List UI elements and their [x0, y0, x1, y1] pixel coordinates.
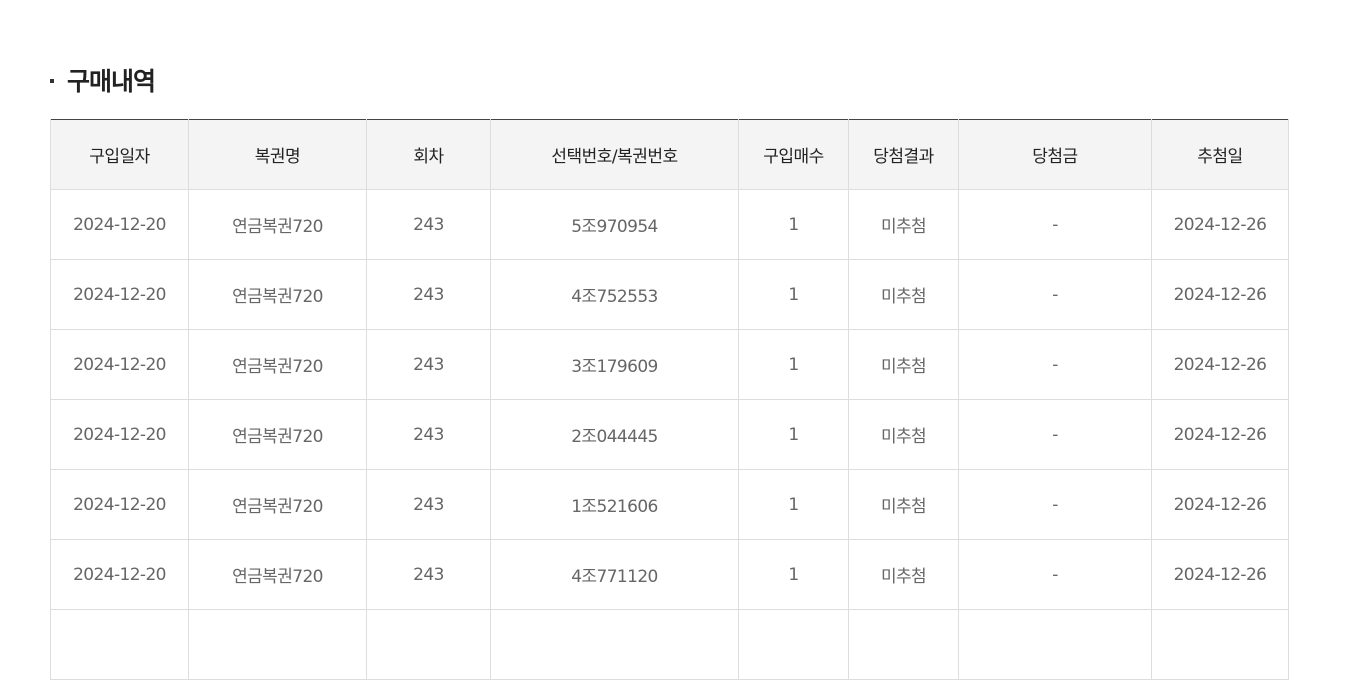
- header-ticket-number: 선택번호/복권번호: [490, 119, 739, 190]
- cell-purchase-date: [50, 609, 189, 680]
- section-title-text: 구매내역: [67, 67, 156, 96]
- table-row: 2024-12-20 연금복권720 243 1조521606 1 미추첨 - …: [50, 469, 1289, 540]
- cell-round: 243: [366, 329, 491, 400]
- cell-quantity: 1: [738, 259, 849, 330]
- cell-result: 미추첨: [848, 399, 959, 470]
- header-round: 회차: [366, 119, 491, 190]
- cell-purchase-date: 2024-12-20: [50, 329, 189, 400]
- cell-ticket-number: 5조970954: [490, 189, 739, 260]
- cell-round: [366, 609, 491, 680]
- cell-round: 243: [366, 189, 491, 260]
- cell-round: 243: [366, 539, 491, 610]
- cell-prize: -: [958, 329, 1152, 400]
- cell-prize: -: [958, 259, 1152, 330]
- cell-draw-date: 2024-12-26: [1151, 189, 1289, 260]
- cell-lottery-name: 연금복권720: [188, 399, 367, 470]
- cell-draw-date: 2024-12-26: [1151, 469, 1289, 540]
- cell-prize: -: [958, 189, 1152, 260]
- cell-lottery-name: [188, 609, 367, 680]
- purchase-history-table: 구입일자 복권명 회차 선택번호/복권번호 구입매수 당첨결과 당첨금 추첨일 …: [50, 119, 1289, 680]
- table-header-row: 구입일자 복권명 회차 선택번호/복권번호 구입매수 당첨결과 당첨금 추첨일: [50, 119, 1289, 190]
- cell-draw-date: 2024-12-26: [1151, 539, 1289, 610]
- cell-ticket-number: 1조521606: [490, 469, 739, 540]
- cell-result: 미추첨: [848, 539, 959, 610]
- cell-prize: -: [958, 539, 1152, 610]
- header-purchase-date: 구입일자: [50, 119, 189, 190]
- cell-quantity: 1: [738, 329, 849, 400]
- cell-purchase-date: 2024-12-20: [50, 189, 189, 260]
- cell-draw-date: 2024-12-26: [1151, 399, 1289, 470]
- cell-lottery-name: 연금복권720: [188, 329, 367, 400]
- section-title: 구매내역: [50, 62, 156, 98]
- cell-purchase-date: 2024-12-20: [50, 539, 189, 610]
- table-row: 2024-12-20 연금복권720 243 2조044445 1 미추첨 - …: [50, 399, 1289, 470]
- cell-lottery-name: 연금복권720: [188, 259, 367, 330]
- header-result: 당첨결과: [848, 119, 959, 190]
- cell-draw-date: 2024-12-26: [1151, 259, 1289, 330]
- cell-result: 미추첨: [848, 259, 959, 330]
- table-row: 2024-12-20 연금복권720 243 5조970954 1 미추첨 - …: [50, 189, 1289, 260]
- cell-result: 미추첨: [848, 189, 959, 260]
- header-lottery-name: 복권명: [188, 119, 367, 190]
- table-row: 2024-12-20 연금복권720 243 4조771120 1 미추첨 - …: [50, 539, 1289, 610]
- table-row: 2024-12-20 연금복권720 243 4조752553 1 미추첨 - …: [50, 259, 1289, 330]
- header-quantity: 구입매수: [738, 119, 849, 190]
- cell-lottery-name: 연금복권720: [188, 189, 367, 260]
- cell-quantity: 1: [738, 539, 849, 610]
- cell-lottery-name: 연금복권720: [188, 539, 367, 610]
- cell-result: [848, 609, 959, 680]
- cell-ticket-number: 2조044445: [490, 399, 739, 470]
- cell-ticket-number: 4조771120: [490, 539, 739, 610]
- cell-draw-date: [1151, 609, 1289, 680]
- cell-quantity: 1: [738, 469, 849, 540]
- cell-round: 243: [366, 469, 491, 540]
- table-row: 2024-12-20 연금복권720 243 3조179609 1 미추첨 - …: [50, 329, 1289, 400]
- cell-quantity: 1: [738, 399, 849, 470]
- cell-ticket-number: 4조752553: [490, 259, 739, 330]
- cell-result: 미추첨: [848, 469, 959, 540]
- cell-quantity: 1: [738, 189, 849, 260]
- cell-lottery-name: 연금복권720: [188, 469, 367, 540]
- cell-quantity: [738, 609, 849, 680]
- cell-round: 243: [366, 399, 491, 470]
- header-draw-date: 추첨일: [1151, 119, 1289, 190]
- cell-round: 243: [366, 259, 491, 330]
- table-row: [50, 609, 1289, 680]
- cell-prize: -: [958, 469, 1152, 540]
- cell-prize: -: [958, 399, 1152, 470]
- cell-purchase-date: 2024-12-20: [50, 399, 189, 470]
- cell-ticket-number: [490, 609, 739, 680]
- cell-result: 미추첨: [848, 329, 959, 400]
- bullet-icon: [50, 79, 54, 83]
- header-prize: 당첨금: [958, 119, 1152, 190]
- cell-prize: [958, 609, 1152, 680]
- cell-purchase-date: 2024-12-20: [50, 469, 189, 540]
- cell-purchase-date: 2024-12-20: [50, 259, 189, 330]
- cell-ticket-number: 3조179609: [490, 329, 739, 400]
- cell-draw-date: 2024-12-26: [1151, 329, 1289, 400]
